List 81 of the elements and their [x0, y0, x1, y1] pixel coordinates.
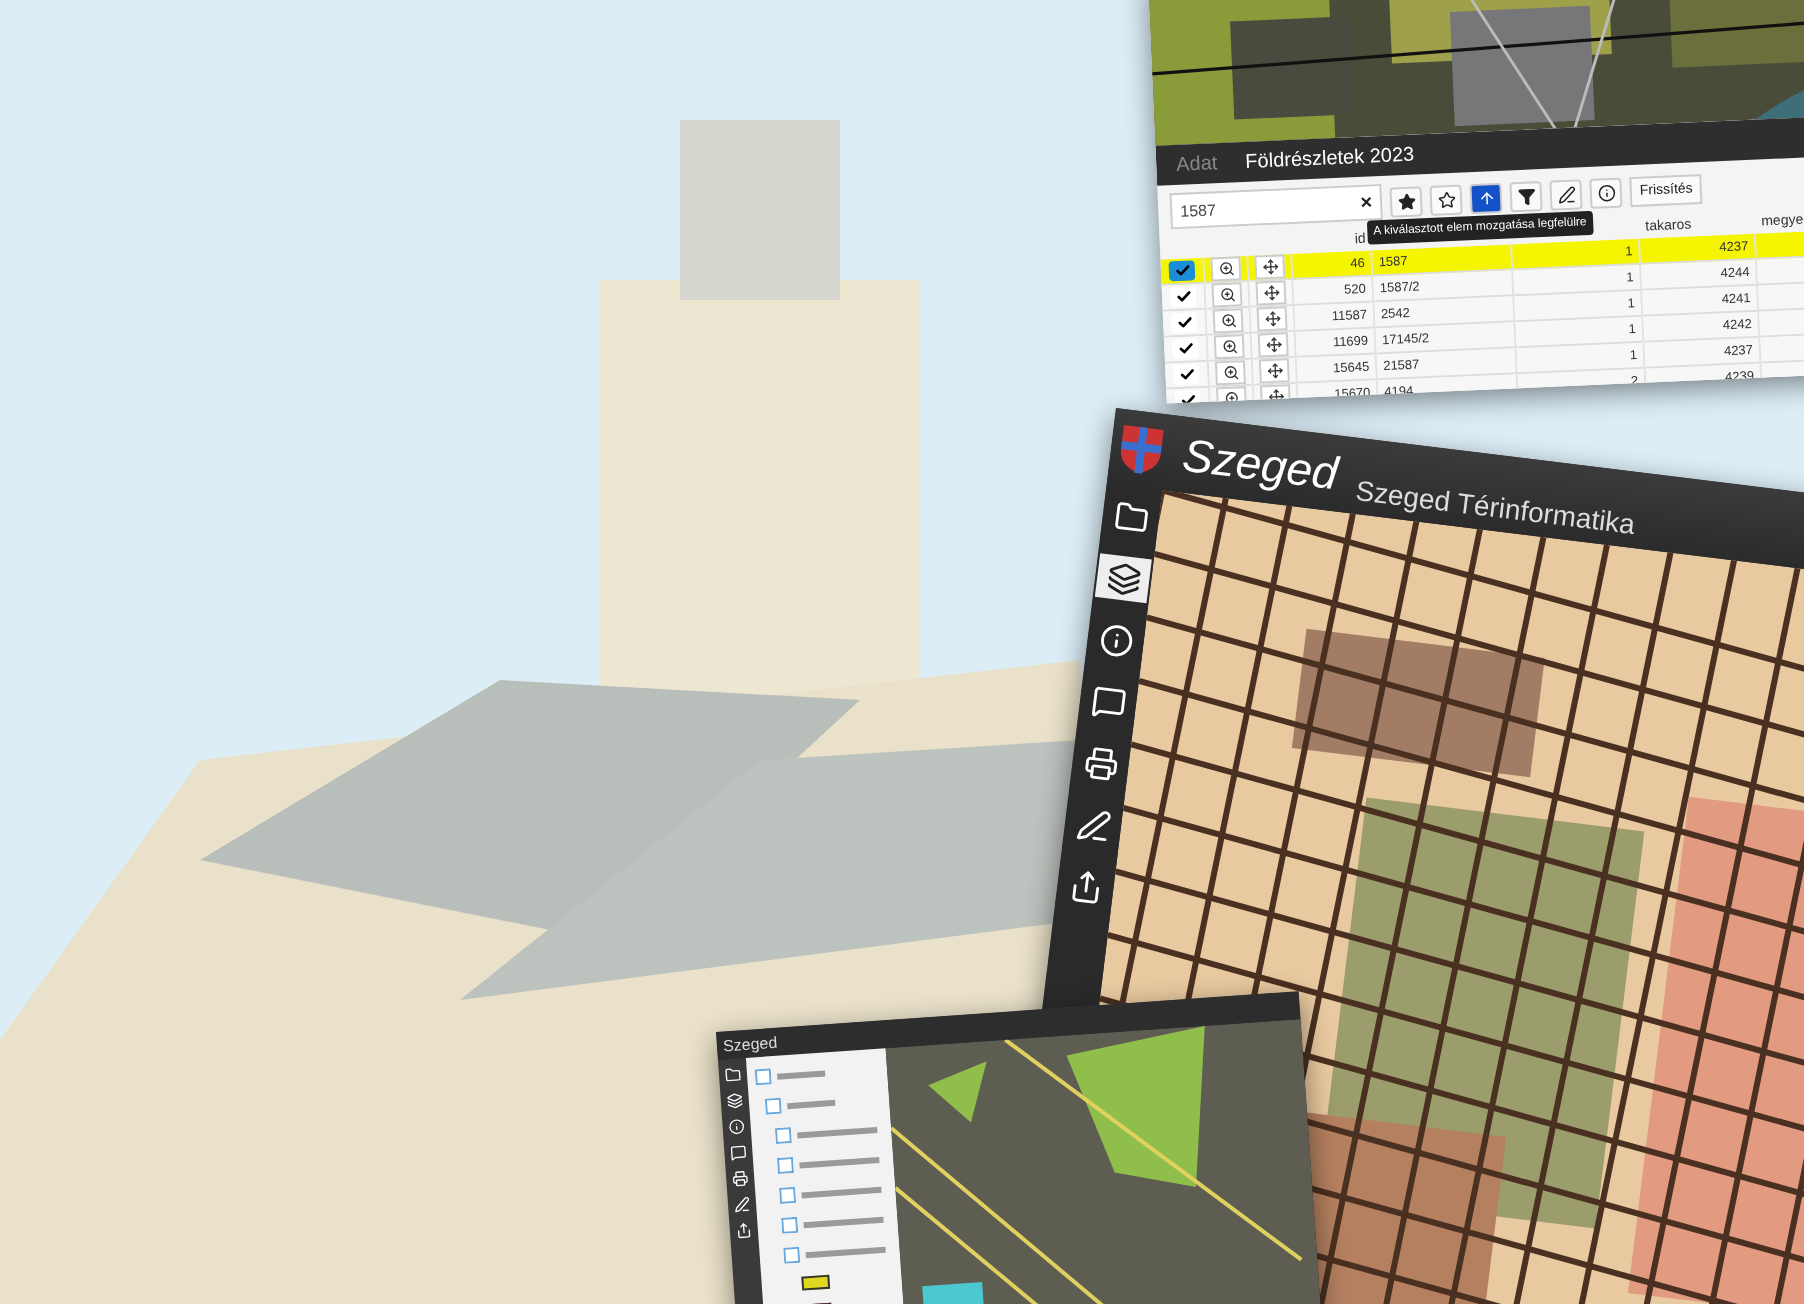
blurred-label	[777, 1069, 826, 1079]
blurred-label	[801, 1185, 882, 1198]
share-icon	[1066, 866, 1105, 905]
checkbox[interactable]	[1173, 364, 1200, 386]
info-icon[interactable]	[728, 1118, 746, 1136]
blurred-label	[803, 1215, 884, 1228]
print-icon	[1081, 743, 1120, 782]
filter-icon	[1516, 186, 1536, 206]
tab[interactable]: Adat	[1175, 152, 1218, 176]
move-button[interactable]	[1258, 358, 1290, 384]
move-icon	[1266, 362, 1283, 380]
move-icon	[1261, 258, 1279, 276]
star-icon	[1396, 191, 1416, 211]
move-to-top-button[interactable]	[1469, 181, 1503, 214]
info-icon	[1096, 620, 1135, 659]
folder-icon	[1111, 497, 1150, 536]
clear-button[interactable]: ×	[1359, 191, 1373, 214]
star-outline-button[interactable]	[1429, 183, 1463, 215]
legend-swatch	[801, 1274, 831, 1291]
zoom-in-icon	[1223, 390, 1240, 404]
layer-checkbox-icon[interactable]	[779, 1186, 797, 1204]
zoom-in-button[interactable]	[1213, 334, 1245, 360]
pen-icon	[1074, 805, 1113, 844]
zoom-in-icon	[1217, 260, 1235, 278]
pen-button[interactable]	[1549, 178, 1583, 210]
pen-icon	[1556, 184, 1576, 204]
checkbox[interactable]	[1170, 312, 1198, 334]
zoom-in-button[interactable]	[1212, 308, 1244, 334]
star-outline-icon	[1436, 189, 1456, 209]
move-icon	[1263, 310, 1281, 328]
layer-checkbox-icon[interactable]	[776, 1156, 794, 1174]
layers-icon	[1104, 559, 1143, 598]
row-select-cell[interactable]	[1161, 283, 1207, 312]
star-button[interactable]	[1389, 185, 1423, 217]
zoom-in-button[interactable]	[1210, 256, 1242, 282]
share-icon[interactable]	[735, 1222, 753, 1240]
layer-checkbox-icon[interactable]	[764, 1097, 782, 1115]
blurred-label	[799, 1155, 880, 1168]
logo-text: Szeged	[722, 1032, 778, 1055]
zoom-in-button[interactable]	[1211, 282, 1243, 308]
checkbox[interactable]	[1168, 260, 1196, 282]
sidebar-button[interactable]	[1094, 553, 1152, 604]
checkbox[interactable]	[1171, 338, 1199, 360]
blurred-label	[805, 1245, 886, 1258]
comment-icon[interactable]	[729, 1144, 747, 1162]
blurred-label	[797, 1126, 878, 1138]
print-icon[interactable]	[731, 1170, 749, 1188]
tab[interactable]: Földrészletek 2023	[1244, 143, 1415, 173]
row-select-cell[interactable]	[1162, 309, 1208, 338]
layer-checkbox-icon[interactable]	[774, 1127, 792, 1145]
folder-icon[interactable]	[724, 1066, 742, 1084]
info-icon	[1596, 182, 1616, 202]
layer-checkbox-icon[interactable]	[781, 1216, 799, 1234]
filter-button[interactable]	[1509, 180, 1543, 212]
app-title: Szeged Térinformatika	[1353, 473, 1637, 540]
zoom-in-icon	[1219, 312, 1237, 330]
zoom-in-button[interactable]	[1214, 360, 1246, 386]
row-select-cell[interactable]	[1163, 335, 1209, 364]
comment-icon	[1089, 682, 1128, 721]
info-button[interactable]	[1589, 176, 1623, 208]
pen-icon[interactable]	[733, 1196, 751, 1214]
move-button[interactable]	[1257, 332, 1289, 358]
row-select-cell[interactable]	[1160, 257, 1206, 286]
layers-icon[interactable]	[726, 1092, 744, 1110]
move-icon	[1267, 388, 1284, 404]
move-button[interactable]	[1255, 280, 1287, 306]
layer-checkbox-icon[interactable]	[754, 1068, 772, 1086]
crest-icon	[1116, 420, 1167, 478]
blurred-label	[787, 1098, 836, 1109]
zoom-in-icon	[1222, 364, 1239, 382]
move-button[interactable]	[1256, 306, 1288, 332]
layer-checkbox-icon[interactable]	[783, 1246, 801, 1264]
logo-text: Szeged	[1179, 427, 1341, 501]
row-select-cell[interactable]	[1164, 361, 1210, 390]
arrow-up-icon	[1476, 188, 1496, 207]
checkbox[interactable]	[1169, 286, 1197, 308]
move-button[interactable]	[1254, 254, 1286, 280]
move-icon	[1264, 336, 1282, 354]
move-icon	[1262, 284, 1280, 302]
zoom-in-icon	[1220, 338, 1238, 356]
zoom-in-icon	[1218, 286, 1236, 304]
